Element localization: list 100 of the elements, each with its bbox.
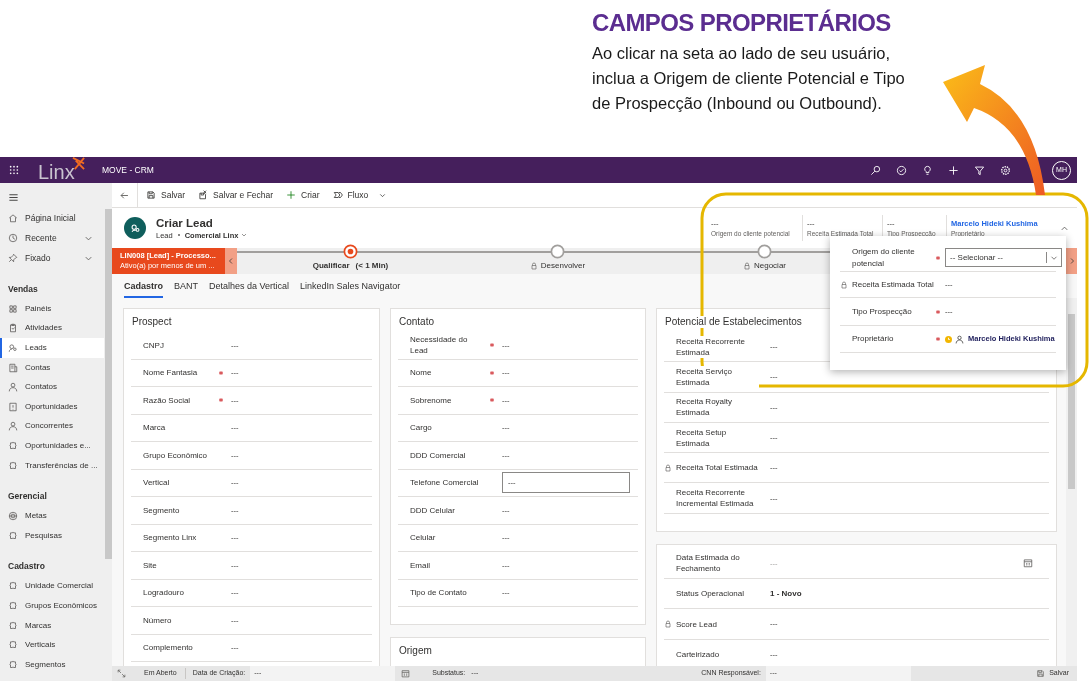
section-title: Contato <box>399 316 435 328</box>
sidebar-item[interactable]: Metas <box>0 506 104 526</box>
lead-entity-icon <box>124 217 146 239</box>
sidebar-label: Página Inicial <box>25 211 76 225</box>
toolbar-button[interactable]: Criar <box>281 185 325 205</box>
sidebar-label: Contas <box>25 361 51 374</box>
sidebar-section-title: Cadastro <box>7 560 45 574</box>
field-label: Logradouro <box>143 587 184 599</box>
sidebar-label: Segmentos <box>25 658 66 671</box>
user-icon <box>955 334 964 344</box>
person-icon <box>8 421 18 432</box>
scrollbar[interactable] <box>1068 314 1075 489</box>
puzzle-icon <box>8 460 18 471</box>
filter-icon[interactable] <box>974 164 985 176</box>
save-close-icon <box>198 190 209 200</box>
sidebar-item[interactable]: Contatos <box>0 377 104 397</box>
opportunity-icon <box>8 401 18 412</box>
sidebar-item[interactable]: Fixado <box>0 248 104 268</box>
required-icon <box>490 343 494 348</box>
expand-icon[interactable] <box>117 669 126 678</box>
chevron-down-icon <box>240 231 249 239</box>
leads-icon <box>8 343 18 353</box>
account-icon <box>8 362 18 373</box>
tab[interactable]: BANT <box>174 279 199 298</box>
field-label: Complemento <box>143 642 193 654</box>
clipboard-icon <box>8 323 18 334</box>
section-title: Prospect <box>132 316 172 328</box>
app-name[interactable]: MOVE - CRM <box>102 163 154 177</box>
target-icon[interactable] <box>896 164 907 176</box>
next-stage-button[interactable] <box>1066 248 1077 274</box>
puzzle-icon <box>8 440 18 451</box>
sidebar-item[interactable]: Painéis <box>0 299 104 319</box>
sidebar-item[interactable]: Oportunidades e... <box>0 436 104 456</box>
previous-stage-button[interactable] <box>225 248 237 274</box>
chevron-left-icon <box>227 257 235 265</box>
sidebar-item[interactable]: Leads <box>0 338 104 358</box>
sidebar-item[interactable]: Atividades <box>0 318 104 339</box>
lock-icon <box>664 620 672 628</box>
stage-button[interactable]: Qualificar (< 1 Min) <box>312 260 389 272</box>
logo: Linx <box>38 161 75 183</box>
field-label: Proprietário <box>852 333 895 345</box>
select-field[interactable]: -- Selecionar -- <box>945 248 1062 267</box>
section-title: Potencial de Estabelecimentos <box>665 316 802 328</box>
annotation-text: Ao clicar na seta ao lado de seu usuário, inclua a Origem de cliente Potencial e Tipo de Prospecção (Inbound ou Outbound). <box>592 43 906 114</box>
lock-icon <box>529 262 538 270</box>
puzzle-icon <box>8 600 18 611</box>
sidebar-label: Marcas <box>25 619 52 632</box>
sidebar-label: Leads <box>25 342 47 354</box>
sidebar-item[interactable]: Concorrentes <box>0 416 104 437</box>
lock-icon <box>664 463 672 472</box>
stage-button[interactable]: Negociar <box>743 260 786 272</box>
toolbar-button[interactable]: Salvar e Fechar <box>193 185 279 205</box>
sidebar-label: Contatos <box>25 381 58 394</box>
required-icon <box>219 370 223 375</box>
back-icon[interactable] <box>119 189 130 201</box>
sidebar-item[interactable]: Verticais <box>0 635 104 655</box>
sidebar-icon <box>8 213 18 223</box>
sidebar-item[interactable]: Página Inicial <box>0 208 104 228</box>
search-icon[interactable] <box>870 164 881 176</box>
tab[interactable]: Detalhes da Vertical <box>209 279 290 298</box>
calendar-icon[interactable] <box>401 669 411 678</box>
clock-badge-icon <box>945 335 952 343</box>
dashboard-icon <box>8 303 18 314</box>
globe-icon <box>8 511 18 522</box>
sidebar-item[interactable]: Grupos Econômicos <box>0 596 104 616</box>
required-icon <box>936 309 940 314</box>
scrollbar[interactable] <box>104 209 112 559</box>
settings-icon[interactable] <box>1000 164 1011 176</box>
sidebar-label: Transferências de ... <box>25 459 98 472</box>
sidebar-icon <box>8 233 18 243</box>
record-title: Criar Lead <box>156 215 214 230</box>
lightbulb-icon[interactable] <box>922 164 933 176</box>
tab[interactable]: LinkedIn Sales Navigator <box>300 279 401 298</box>
sidebar-item[interactable]: Segmentos <box>0 654 104 675</box>
sidebar-item[interactable]: Pesquisas <box>0 525 104 546</box>
field-label: Receita Estimada Total <box>852 278 935 291</box>
annotation-title: CAMPOS PROPRIETÁRIOS <box>592 8 892 38</box>
sidebar-item[interactable]: Recente <box>0 228 104 248</box>
toolbar-button[interactable]: Fluxo <box>327 185 393 205</box>
sidebar-item[interactable]: Transferências de ... <box>0 455 104 476</box>
sidebar-item[interactable]: Marcas <box>0 615 104 636</box>
sidebar-label: Painéis <box>25 302 52 315</box>
sidebar-label: Oportunidades <box>25 400 78 413</box>
sidebar-item[interactable]: Oportunidades <box>0 396 104 417</box>
tab[interactable]: Cadastro <box>124 279 163 298</box>
field-value: 1 - Novo <box>770 587 802 600</box>
toolbar-button[interactable]: Salvar <box>141 185 191 205</box>
flow-icon <box>332 190 343 200</box>
calendar-icon[interactable] <box>1023 558 1033 569</box>
field-label: Receita Serviço Estimada <box>676 365 759 388</box>
menu-icon[interactable] <box>8 191 19 203</box>
stage-button[interactable]: Desenvolver <box>529 260 586 272</box>
sidebar-item[interactable]: Unidade Comercial <box>0 576 104 597</box>
puzzle-icon <box>8 530 18 541</box>
app-launcher-icon[interactable] <box>9 165 19 175</box>
sidebar-item[interactable]: Contas <box>0 357 104 378</box>
puzzle-icon <box>8 659 18 670</box>
sidebar-label: Metas <box>25 510 47 523</box>
plus-icon[interactable] <box>948 164 959 176</box>
section-title: Origem <box>399 645 432 657</box>
